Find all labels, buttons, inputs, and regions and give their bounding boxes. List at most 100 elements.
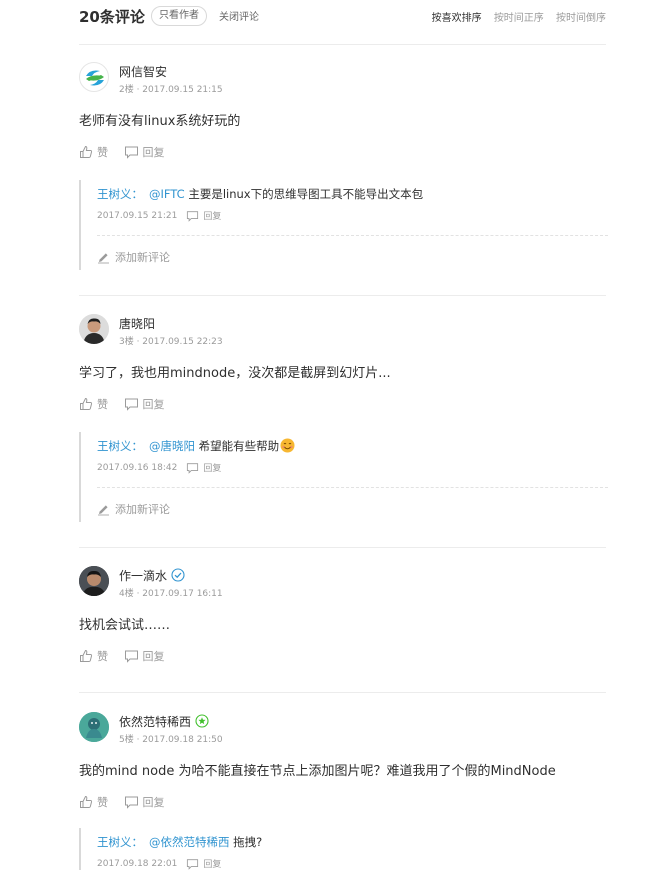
sub-reply-label: 回复 — [203, 464, 222, 474]
mention-link[interactable]: @唐晓阳 — [149, 439, 195, 453]
sub-comment-meta: 2017.09.15 21:21 回复 — [97, 209, 221, 223]
comment-count: 20条评论 — [79, 8, 145, 26]
like-label: 赞 — [97, 650, 108, 663]
add-new-comment-button[interactable]: 添加新评论 — [97, 501, 170, 517]
sub-comment-author[interactable]: 王树义： — [97, 835, 143, 849]
sub-reply-label: 回复 — [203, 860, 222, 870]
mention-link[interactable]: @IFTC — [149, 187, 185, 201]
mention-link[interactable]: @依然范特稀西 — [149, 835, 230, 849]
sub-reply-button[interactable]: 回复 — [186, 209, 221, 222]
comment-item: 网信智安 2楼 · 2017.09.15 21:15 老师有没有linux系统好… — [79, 62, 608, 296]
username-text[interactable]: 依然范特稀西 — [119, 715, 191, 729]
sub-reply-label: 回复 — [203, 212, 222, 222]
sub-comment-author[interactable]: 王树义： — [97, 187, 143, 201]
sub-comment-text: 拖拽? — [229, 835, 263, 849]
username-text[interactable]: 作一滴水 — [119, 569, 167, 583]
add-new-comment-button[interactable]: 添加新评论 — [97, 249, 170, 265]
comment-item: 唐晓阳 3楼 · 2017.09.15 22:23 学习了，我也用mindnod… — [79, 314, 608, 548]
close-comments-link[interactable]: 关闭评论 — [219, 8, 259, 23]
username[interactable]: 网信智安 — [119, 63, 167, 80]
comment-header: 20条评论 只看作者 关闭评论 按喜欢排序 按时间正序 按时间倒序 — [79, 0, 606, 45]
comment-meta: 5楼 · 2017.09.18 21:50 — [119, 735, 223, 745]
comment-actions: 赞 回复 — [79, 396, 177, 414]
sub-reply-button[interactable]: 回复 — [186, 461, 221, 474]
speech-bubble-icon — [187, 210, 199, 222]
sub-comment-text: 希望能有些帮助 — [195, 439, 280, 453]
comment-item: 作一滴水 4楼 · 2017.09.17 16:11 找机会试试…… 赞 回复 — [79, 566, 606, 693]
sub-comment-line: 王树义： @唐晓阳 希望能有些帮助 — [97, 438, 295, 456]
comment-text: 学习了，我也用mindnode，没次都是截屏到幻灯片... — [79, 366, 391, 381]
reply-label: 回复 — [142, 398, 165, 411]
sub-comment-list: 王树义： @IFTC 主要是linux下的思维导图工具不能导出文本包 2017.0… — [79, 180, 608, 270]
avatar[interactable] — [79, 62, 109, 92]
speech-bubble-icon — [187, 858, 199, 870]
speech-bubble-icon — [187, 462, 199, 474]
like-label: 赞 — [97, 398, 108, 411]
comment-actions: 赞 回复 — [79, 794, 177, 812]
comment-text: 我的mind node 为哈不能直接在节点上添加图片呢？难道我用了个假的Mind… — [79, 764, 556, 779]
divider — [97, 235, 608, 236]
like-button[interactable]: 赞 — [79, 396, 108, 412]
only-author-button[interactable]: 只看作者 — [151, 6, 207, 26]
comment-text: 找机会试试…… — [79, 618, 171, 633]
comment-actions: 赞 回复 — [79, 648, 177, 666]
divider — [97, 487, 608, 488]
thumb-up-icon — [80, 649, 93, 662]
avatar[interactable] — [79, 314, 109, 344]
like-button[interactable]: 赞 — [79, 794, 108, 810]
sub-comment-time: 2017.09.15 21:21 — [97, 210, 178, 221]
sort-options: 按喜欢排序 按时间正序 按时间倒序 — [423, 9, 606, 24]
sort-by-time-asc[interactable]: 按时间正序 — [494, 13, 544, 24]
sub-comment-text: 主要是linux下的思维导图工具不能导出文本包 — [184, 187, 424, 201]
reply-button[interactable]: 回复 — [124, 794, 165, 810]
reply-button[interactable]: 回复 — [124, 648, 165, 664]
like-button[interactable]: 赞 — [79, 648, 108, 664]
reply-label: 回复 — [142, 796, 165, 809]
add-new-comment-label: 添加新评论 — [115, 251, 170, 264]
pencil-icon — [98, 252, 109, 263]
sort-by-likes[interactable]: 按喜欢排序 — [432, 13, 482, 24]
reply-button[interactable]: 回复 — [124, 144, 165, 160]
comment-meta: 3楼 · 2017.09.15 22:23 — [119, 337, 223, 347]
thumb-up-icon — [80, 145, 93, 158]
sub-comment-line: 王树义： @IFTC 主要是linux下的思维导图工具不能导出文本包 — [97, 186, 423, 202]
like-label: 赞 — [97, 146, 108, 159]
sub-comment-time: 2017.09.18 22:01 — [97, 858, 178, 869]
comment-item: 依然范特稀西 5楼 · 2017.09.18 21:50 我的mind node… — [79, 712, 606, 870]
sub-comment-line: 王树义： @依然范特稀西 拖拽? — [97, 834, 262, 850]
pencil-icon — [98, 504, 109, 515]
smile-emoji-icon — [280, 438, 295, 456]
sub-reply-button[interactable]: 回复 — [186, 857, 221, 870]
comment-meta: 2楼 · 2017.09.15 21:15 — [119, 85, 223, 95]
username: 作一滴水 — [119, 567, 185, 585]
username[interactable]: 唐晓阳 — [119, 315, 155, 332]
like-label: 赞 — [97, 796, 108, 809]
comment-section: 20条评论 只看作者 关闭评论 按喜欢排序 按时间正序 按时间倒序 网信智安 2… — [79, 0, 608, 870]
reply-label: 回复 — [142, 650, 165, 663]
star-badge-icon — [195, 714, 209, 731]
speech-bubble-icon — [124, 650, 138, 663]
sub-comment-meta: 2017.09.16 18:42 回复 — [97, 461, 221, 475]
sub-comment-time: 2017.09.16 18:42 — [97, 462, 178, 473]
speech-bubble-icon — [124, 796, 138, 809]
reply-label: 回复 — [142, 146, 165, 159]
thumb-up-icon — [80, 397, 93, 410]
sub-comment-meta: 2017.09.18 22:01 回复 — [97, 857, 221, 870]
sub-comment-author[interactable]: 王树义： — [97, 439, 143, 453]
like-button[interactable]: 赞 — [79, 144, 108, 160]
verified-badge-icon — [171, 568, 185, 585]
add-new-comment-label: 添加新评论 — [115, 503, 170, 516]
avatar[interactable] — [79, 712, 109, 742]
comment-actions: 赞 回复 — [79, 144, 177, 162]
speech-bubble-icon — [124, 146, 138, 159]
comment-text: 老师有没有linux系统好玩的 — [79, 114, 241, 129]
sub-comment-list: 王树义： @依然范特稀西 拖拽? 2017.09.18 22:01 回复 — [79, 828, 608, 870]
speech-bubble-icon — [124, 398, 138, 411]
avatar[interactable] — [79, 566, 109, 596]
sub-comment-list: 王树义： @唐晓阳 希望能有些帮助 2017.09.16 18:42 回复 添加新… — [79, 432, 608, 522]
comment-meta: 4楼 · 2017.09.17 16:11 — [119, 589, 223, 599]
sort-by-time-desc[interactable]: 按时间倒序 — [556, 13, 606, 24]
username: 依然范特稀西 — [119, 713, 209, 731]
thumb-up-icon — [80, 795, 93, 808]
reply-button[interactable]: 回复 — [124, 396, 165, 412]
